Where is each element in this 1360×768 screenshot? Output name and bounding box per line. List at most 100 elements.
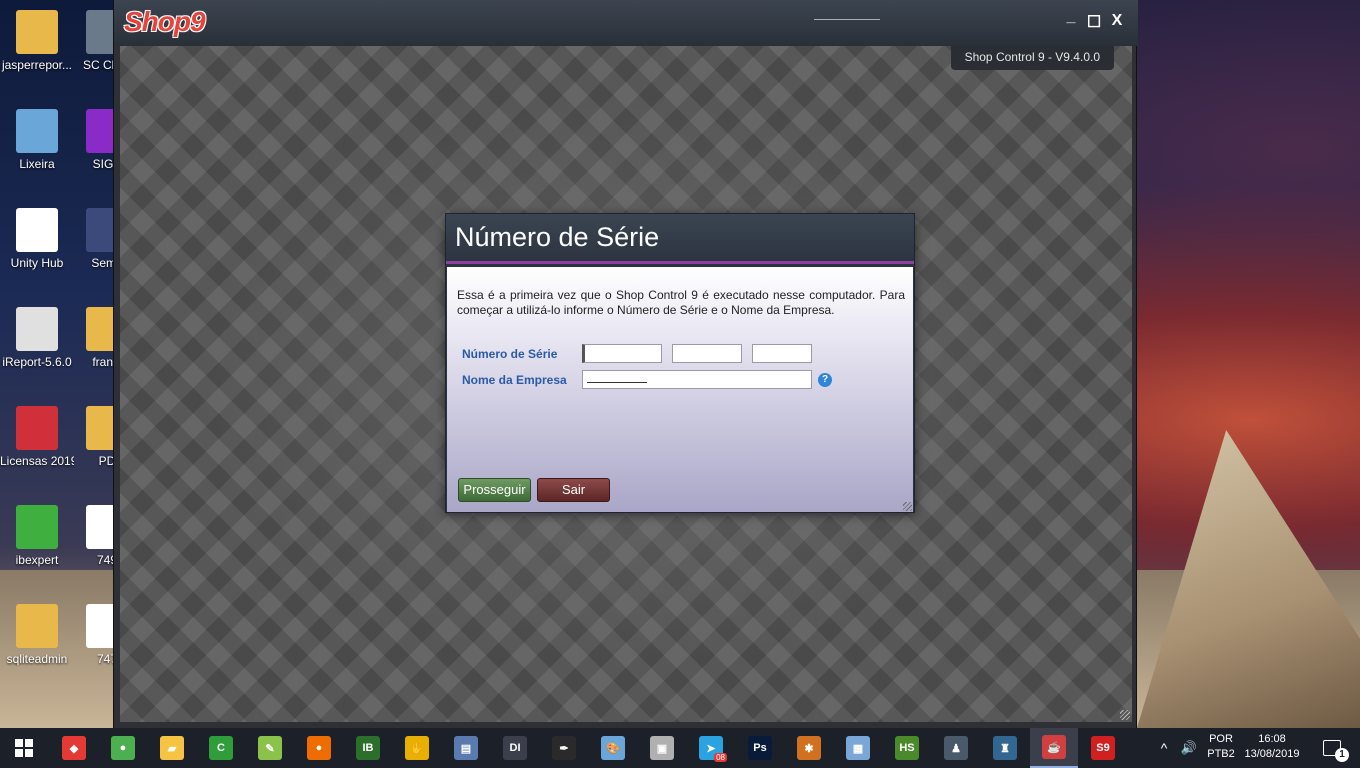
pen-app-icon: ✒ (552, 736, 576, 760)
taskbar-app-anydesk[interactable]: ◆ (50, 728, 98, 768)
desktop-icon-ireport[interactable]: iReport-5.6.0 (0, 307, 74, 369)
taskbar-app-java[interactable]: ☕ (1030, 728, 1078, 768)
window-resize-grip[interactable] (1120, 710, 1130, 720)
proceed-button[interactable]: Prosseguir (458, 478, 531, 502)
desktop-icon-ibexpert[interactable]: ibexpert (0, 505, 74, 567)
clock-time: 16:08 (1258, 733, 1286, 745)
ireport-icon (16, 307, 58, 351)
serial-number-dialog: Número de Série Essa é a primeira vez qu… (445, 213, 915, 513)
windows-logo-icon (15, 739, 33, 757)
sqliteadmin-icon (16, 604, 58, 648)
editor-icon: ✎ (258, 736, 282, 760)
dialog-body: Essa é a primeira vez que o Shop Control… (447, 267, 913, 512)
tor-app-icon: ♟ (944, 736, 968, 760)
dialog-resize-grip[interactable] (903, 502, 912, 511)
installer-icon: ▣ (650, 736, 674, 760)
desktop-icon-label: sqliteadmin (6, 652, 68, 666)
dialog-message: Essa é a primeira vez que o Shop Control… (457, 288, 905, 317)
camtasia-icon: C (209, 736, 233, 760)
unity-hub-icon (16, 208, 58, 252)
taskbar-app-pen-app[interactable]: ✒ (540, 728, 588, 768)
desktop-icon-label: Licensas 2019 (0, 454, 74, 468)
maximize-button[interactable]: ☐ (1084, 12, 1104, 32)
tray-chevron-icon[interactable]: ^ (1152, 728, 1176, 768)
close-button[interactable]: X (1107, 12, 1127, 30)
taskbar-app-hand-app[interactable]: ✋ (393, 728, 441, 768)
taskbar-app-editor[interactable]: ✎ (246, 728, 294, 768)
taskbar-app-di-app[interactable]: DI (491, 728, 539, 768)
taskbar-app-file-explorer[interactable]: ▰ (148, 728, 196, 768)
clock[interactable]: 16:08 13/08/2019 (1240, 728, 1304, 768)
company-name-label: Nome da Empresa (462, 373, 567, 387)
desktop-icon-unity-hub[interactable]: Unity Hub (0, 208, 74, 270)
title-underline (814, 19, 880, 20)
desktop-icon-label: jasperrepor... (1, 58, 73, 72)
serial-number-part-3-input[interactable] (752, 344, 812, 363)
licensas-2019-icon (16, 406, 58, 450)
taskbar-app-postgres[interactable]: ♜ (981, 728, 1029, 768)
taskbar-app-virtualbox[interactable]: ▦ (834, 728, 882, 768)
shop9-logo: Shop9 (124, 6, 206, 37)
desktop-icon-label: iReport-5.6.0 (2, 355, 72, 369)
notification-icon: 1 (1323, 740, 1349, 762)
start-button[interactable] (0, 728, 48, 768)
taskbar-app-network-tool[interactable]: ✱ (785, 728, 833, 768)
taskbar-app-db-tool[interactable]: ▤ (442, 728, 490, 768)
company-name-input[interactable] (582, 370, 812, 389)
desktop-icon-sqliteadmin[interactable]: sqliteadmin (0, 604, 74, 666)
taskbar-app-shop9[interactable]: S9 (1079, 728, 1127, 768)
dialog-title: Número de Série (455, 222, 660, 252)
chrome-icon: ● (111, 736, 135, 760)
notification-center-button[interactable]: 1 (1312, 728, 1352, 768)
network-tool-icon: ✱ (797, 736, 821, 760)
version-label: Shop Control 9 - V9.4.0.0 (950, 46, 1114, 70)
exit-button[interactable]: Sair (537, 478, 610, 502)
taskbar: ◆ ● ▰ C ✎ ● IB ✋ ▤ DI ✒ 🎨 ▣ ➤ 08 Ps ✱ ▦ HS ♟ ♜ ☕ S9 ^ 🔊 POR PT… (0, 728, 1360, 768)
file-explorer-icon: ▰ (160, 736, 184, 760)
desktop-icon-licensas-2019[interactable]: Licensas 2019 (0, 406, 74, 468)
serial-number-part-2-input[interactable] (672, 344, 742, 363)
taskbar-badge: 08 (714, 753, 727, 762)
taskbar-app-chrome[interactable]: ● (99, 728, 147, 768)
company-name-underline (587, 382, 647, 383)
taskbar-app-paint[interactable]: 🎨 (589, 728, 637, 768)
taskbar-app-telegram[interactable]: ➤ 08 (687, 728, 735, 768)
taskbar-app-tor-app[interactable]: ♟ (932, 728, 980, 768)
hand-app-icon: ✋ (405, 736, 429, 760)
volume-icon[interactable]: 🔊 (1176, 728, 1202, 768)
language-indicator[interactable]: POR PTB2 (1204, 728, 1238, 768)
minimize-button[interactable]: _ (1061, 8, 1081, 26)
serial-number-label: Número de Série (462, 347, 558, 361)
shop9-icon: S9 (1091, 736, 1115, 760)
taskbar-app-photoshop[interactable]: Ps (736, 728, 784, 768)
di-app-icon: DI (503, 736, 527, 760)
dialog-header: Número de Série (446, 214, 914, 264)
ibexpert-icon (16, 505, 58, 549)
language-code: POR (1209, 733, 1233, 745)
java-icon: ☕ (1042, 735, 1066, 759)
taskbar-app-heidisql[interactable]: HS (883, 728, 931, 768)
serial-number-part-1-input[interactable] (582, 344, 662, 363)
lixeira-icon (16, 109, 58, 153)
clock-date: 13/08/2019 (1244, 748, 1300, 760)
title-bar[interactable]: Shop9 _ ☐ X (114, 0, 1138, 46)
jasperreports-icon (16, 10, 58, 54)
taskbar-app-browser[interactable]: ● (295, 728, 343, 768)
photoshop-icon: Ps (748, 736, 772, 760)
paint-icon: 🎨 (601, 736, 625, 760)
desktop-icon-lixeira[interactable]: Lixeira (0, 109, 74, 171)
help-icon[interactable]: ? (818, 373, 832, 387)
desktop-icon-label: ibexpert (15, 553, 59, 567)
desktop-icon-label: Lixeira (19, 157, 55, 171)
desktop-icon-jasperreports[interactable]: jasperrepor... (0, 10, 74, 72)
taskbar-app-installer[interactable]: ▣ (638, 728, 686, 768)
browser-icon: ● (307, 736, 331, 760)
db-tool-icon: ▤ (454, 736, 478, 760)
taskbar-app-ibexpert[interactable]: IB (344, 728, 392, 768)
keyboard-layout: PTB2 (1207, 748, 1235, 760)
desktop-icon-label: Unity Hub (10, 256, 64, 270)
notification-count: 1 (1335, 748, 1349, 762)
taskbar-app-camtasia[interactable]: C (197, 728, 245, 768)
ibexpert-icon: IB (356, 736, 380, 760)
virtualbox-icon: ▦ (846, 736, 870, 760)
